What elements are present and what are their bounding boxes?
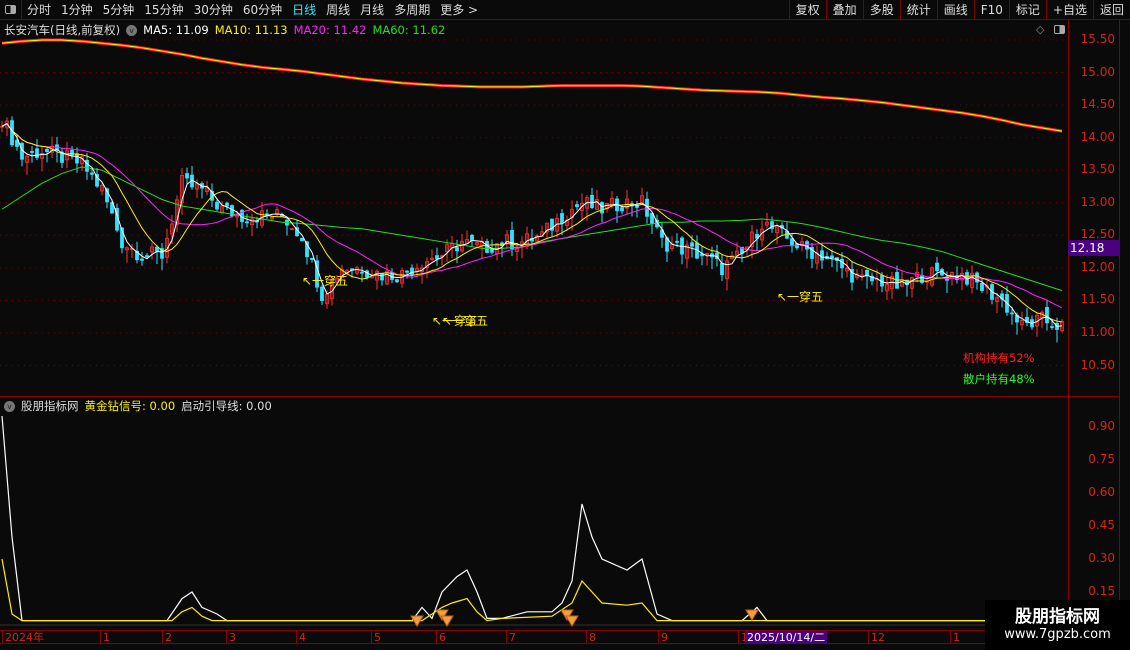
month-label: 2 — [162, 631, 172, 644]
candle-body — [45, 148, 49, 153]
price-tick: 12.00 — [1080, 259, 1115, 274]
signal-value: 黄金钻信号: 0.00 — [84, 399, 176, 413]
ma5-line — [1, 122, 1063, 327]
toolbar-button[interactable]: 返回 — [1092, 0, 1130, 20]
guide-value: 启动引导线: 0.00 — [181, 399, 272, 413]
candle-body — [310, 258, 314, 260]
ma60-line — [1, 166, 1063, 292]
long-ma-line — [1, 38, 1063, 133]
side-strip — [1120, 20, 1130, 650]
candle-body — [215, 201, 219, 210]
price-tick: 13.00 — [1080, 194, 1115, 209]
price-tick: 14.00 — [1080, 129, 1115, 144]
candle-body — [600, 202, 604, 214]
indicator-tick: 0.75 — [1088, 452, 1115, 466]
candle-body — [300, 237, 304, 242]
indicator-tick: 0.45 — [1088, 518, 1115, 532]
date-axis: 2024年12345678911212025/10/14/二 — [0, 630, 1068, 644]
indicator-tick: 0.90 — [1088, 419, 1115, 433]
chevron-down-icon[interactable]: v — [4, 400, 15, 412]
candle-body — [90, 172, 94, 175]
candle-body — [470, 234, 474, 241]
price-tick: 15.50 — [1080, 32, 1115, 46]
candle-body — [590, 194, 594, 209]
candle-body — [510, 230, 514, 250]
indicator-title: 股朋指标网 — [21, 399, 79, 413]
candle-body — [435, 255, 439, 260]
candle-body — [380, 272, 384, 281]
cross-five-annotation: ↖一穿五 — [777, 290, 824, 304]
month-label: 2024年 — [2, 631, 44, 644]
indicator-tick: 0.60 — [1088, 485, 1115, 499]
price-tick: 10.50 — [1080, 357, 1115, 372]
candle-body — [395, 279, 399, 283]
indicator-legend: v 股朋指标网 黄金钻信号: 0.00 启动引导线: 0.00 — [4, 398, 272, 414]
candle-body — [155, 246, 159, 252]
month-label: 6 — [436, 631, 446, 644]
candle-body — [360, 271, 364, 274]
candle-body — [410, 267, 414, 275]
month-label: 1 — [950, 631, 960, 644]
candle-body — [790, 238, 794, 247]
month-label: 7 — [506, 631, 516, 644]
candle-body — [320, 286, 324, 301]
price-tick: 14.50 — [1080, 97, 1115, 112]
candle-body — [675, 240, 679, 243]
candle-body — [935, 262, 939, 272]
retail-holding: 散户持有48% — [963, 372, 1035, 386]
candle-body — [145, 255, 149, 258]
month-label: 1 — [100, 631, 110, 644]
price-chart[interactable] — [0, 0, 1068, 630]
candle-body — [225, 202, 229, 207]
ma10-line — [1, 122, 1063, 323]
candle-body — [140, 258, 144, 261]
month-label: 5 — [371, 631, 381, 644]
price-axis: 15.50 15.00 14.50 14.00 13.50 13.00 12.50 12.00… — [1068, 20, 1120, 650]
indicator-tick: 0.15 — [1088, 584, 1115, 598]
month-label: 3 — [226, 631, 236, 644]
candle-body — [455, 247, 459, 252]
watermark-name: 股朋指标网 — [1015, 607, 1100, 627]
candle-body — [840, 258, 844, 269]
candle-body — [830, 255, 834, 259]
institution-holding: 机构持有52% — [963, 351, 1035, 365]
candle-body — [820, 250, 824, 261]
candle-body — [405, 270, 409, 273]
indicator-tick: 0.30 — [1088, 551, 1115, 565]
candle-body — [720, 262, 724, 276]
candle-body — [1050, 326, 1054, 328]
candle-body — [30, 151, 34, 153]
guide-line — [1, 415, 1062, 622]
candle-body — [1045, 307, 1049, 324]
candle-body — [980, 282, 984, 291]
candle-body — [690, 242, 694, 247]
current-price-tag: 12.18 — [1068, 240, 1120, 256]
month-label: 9 — [658, 631, 668, 644]
candle-body — [560, 213, 564, 224]
month-label: 8 — [586, 631, 596, 644]
candle-body — [1010, 312, 1014, 315]
price-tick: 11.00 — [1080, 324, 1115, 339]
price-tick: 11.50 — [1080, 292, 1115, 307]
watermark-url: www.7gpzb.com — [1004, 627, 1111, 642]
watermark: 股朋指标网 www.7gpzb.com — [985, 600, 1130, 650]
candle-body — [620, 207, 624, 212]
candle-body — [35, 148, 39, 159]
cross-five-annotation: ↖一穿五 — [442, 314, 489, 328]
cross-five-annotation: ↖一穿五 — [302, 274, 349, 288]
candle-body — [75, 153, 79, 164]
candle-body — [575, 204, 579, 208]
price-tick: 15.00 — [1080, 64, 1115, 79]
cursor-date: 2025/10/14/二 — [745, 631, 828, 644]
candle-body — [70, 149, 74, 156]
candle-body — [485, 240, 489, 253]
month-label: 4 — [296, 631, 306, 644]
pane-divider[interactable] — [0, 396, 1120, 397]
candle-body — [185, 173, 189, 179]
candle-body — [805, 241, 809, 250]
price-tick: 13.50 — [1080, 162, 1115, 177]
candle-body — [245, 221, 249, 224]
month-label: 12 — [868, 631, 885, 644]
